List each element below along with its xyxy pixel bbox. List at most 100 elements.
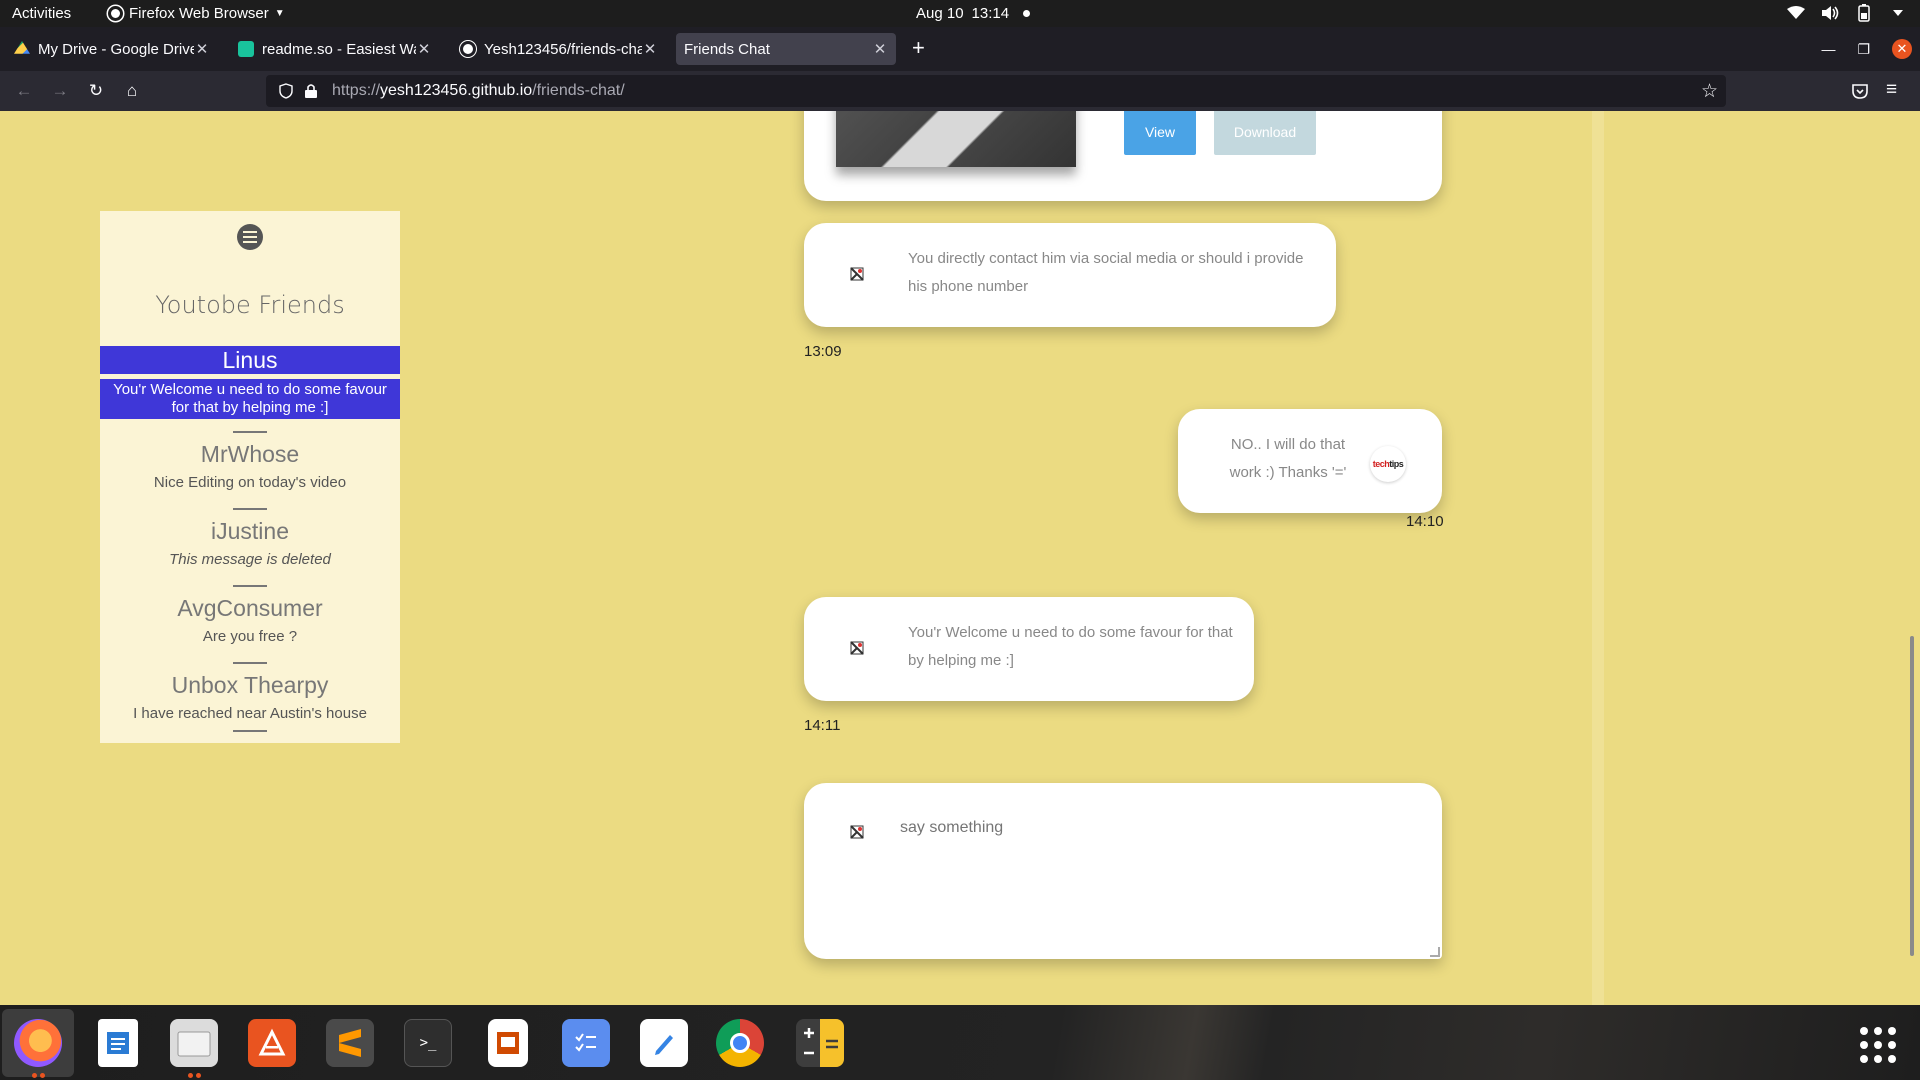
reload-icon[interactable]: ↻	[84, 79, 108, 103]
app-menu-label: Firefox Web Browser	[129, 5, 269, 22]
google-drive-icon	[14, 41, 30, 54]
writer-icon[interactable]	[98, 1019, 138, 1067]
message-text: NO.. I will do that work :) Thanks '='	[1229, 436, 1347, 481]
software-store-icon[interactable]	[248, 1019, 296, 1067]
tab-readme-so[interactable]: readme.so - Easiest Way t ✕	[230, 33, 440, 65]
sublime-text-icon[interactable]	[326, 1019, 374, 1067]
url-bar[interactable]: https://yesh123456.github.io/friends-cha…	[266, 75, 1726, 107]
divider	[233, 730, 267, 732]
message-text: You'r Welcome u need to do some favour f…	[908, 624, 1233, 669]
divider	[233, 585, 267, 587]
message-time: 14:11	[804, 717, 841, 734]
activities-button[interactable]: Activities	[12, 5, 71, 22]
minimize-icon[interactable]: —	[1821, 41, 1835, 57]
contact-last-message[interactable]: You'r Welcome u need to do some favour f…	[100, 379, 400, 419]
app-menu[interactable]: Firefox Web Browser ▼	[108, 5, 285, 22]
tab-google-drive[interactable]: My Drive - Google Drive ✕	[6, 33, 218, 65]
url-path: /friends-chat/	[532, 82, 625, 99]
contact-item-mrwhose[interactable]: MrWhose Nice Editing on today's video	[100, 431, 400, 491]
running-indicator	[188, 1073, 193, 1078]
contact-name: MrWhose	[200, 441, 300, 467]
resize-handle-icon[interactable]	[1430, 947, 1440, 957]
message-time: 13:09	[804, 343, 842, 360]
tracking-shield-icon[interactable]	[278, 83, 294, 99]
power-menu-icon[interactable]	[1888, 3, 1908, 23]
bookmark-star-icon[interactable]: ☆	[1701, 80, 1718, 103]
close-icon[interactable]: ✕	[642, 40, 658, 58]
contact-last-message: Are you free ?	[202, 628, 298, 645]
broken-avatar-icon	[850, 267, 864, 281]
broken-avatar-icon	[850, 641, 864, 655]
page-scrollbar[interactable]	[1910, 636, 1914, 956]
file-message-bubble: View Download	[804, 111, 1442, 201]
firefox-small-icon	[108, 6, 123, 21]
clock-time: 13:14	[971, 5, 1010, 22]
show-applications-icon[interactable]	[1860, 1027, 1896, 1063]
contact-item-avgconsumer[interactable]: AvgConsumer Are you free ?	[100, 585, 400, 645]
system-tray[interactable]	[1786, 3, 1908, 23]
message-bubble-received: You directly contact him via social medi…	[804, 223, 1336, 327]
pocket-icon[interactable]	[1850, 81, 1870, 101]
view-button[interactable]: View	[1124, 111, 1196, 155]
url-text: https://yesh123456.github.io/friends-cha…	[332, 82, 625, 100]
running-indicator	[196, 1073, 201, 1078]
calculator-icon[interactable]	[796, 1019, 844, 1067]
list-icon[interactable]	[237, 224, 263, 250]
techtips-avatar: tech tips	[1370, 446, 1406, 482]
new-tab-icon[interactable]: +	[912, 37, 925, 59]
broken-avatar-icon	[850, 825, 864, 839]
close-icon[interactable]: ✕	[872, 40, 888, 58]
page-content: Youtobe Friends Linus You'r Welcome u ne…	[0, 111, 1920, 1005]
contact-item-ijustine[interactable]: iJustine This message is deleted	[100, 508, 400, 568]
chrome-icon[interactable]	[716, 1019, 764, 1067]
files-icon[interactable]	[170, 1019, 218, 1067]
caret-down-icon: ▼	[274, 8, 285, 19]
todo-icon[interactable]	[562, 1019, 610, 1067]
system-top-bar: Activities Firefox Web Browser ▼ Aug 10 …	[0, 0, 1920, 27]
lock-icon[interactable]	[304, 83, 318, 99]
running-indicator	[32, 1073, 37, 1078]
hamburger-menu-icon[interactable]: ≡	[1886, 80, 1897, 100]
browser-tab-bar: My Drive - Google Drive ✕ readme.so - Ea…	[0, 27, 1920, 71]
clock[interactable]: Aug 10 13:14	[916, 5, 1031, 22]
window-close-icon[interactable]: ✕	[1892, 39, 1912, 59]
terminal-prompt-glyph: >_	[419, 1035, 437, 1051]
readme-so-icon	[238, 41, 254, 57]
message-time: 14:10	[1406, 513, 1444, 530]
running-indicator	[40, 1073, 45, 1078]
download-button[interactable]: Download	[1214, 111, 1316, 155]
text-editor-icon[interactable]	[640, 1019, 688, 1067]
contact-last-message: This message is deleted	[169, 551, 331, 568]
chrome-center-glyph	[730, 1033, 750, 1053]
tab-label: My Drive - Google Drive	[38, 40, 194, 58]
contact-name-linus[interactable]: Linus	[100, 346, 400, 374]
divider	[233, 431, 267, 433]
contact-name: iJustine	[211, 518, 289, 544]
tab-github-repo[interactable]: Yesh123456/friends-chat ✕	[452, 33, 666, 65]
impress-icon[interactable]	[488, 1019, 528, 1067]
restore-icon[interactable]: ❐	[1857, 41, 1870, 58]
message-composer	[804, 783, 1442, 959]
clock-date: Aug 10	[916, 5, 964, 22]
home-icon[interactable]: ⌂	[120, 79, 144, 103]
message-input[interactable]	[900, 819, 1400, 837]
wifi-icon[interactable]	[1786, 3, 1806, 23]
tab-label: Yesh123456/friends-chat	[484, 40, 642, 58]
volume-icon[interactable]	[1820, 3, 1840, 23]
battery-icon[interactable]	[1854, 3, 1874, 23]
terminal-icon[interactable]: >_	[404, 1019, 452, 1067]
github-icon	[460, 41, 476, 57]
back-arrow-icon[interactable]: ←	[12, 79, 36, 103]
message-bubble-received: You'r Welcome u need to do some favour f…	[804, 597, 1254, 701]
contact-item-unbox-therapy[interactable]: Unbox Thearpy I have reached near Austin…	[100, 662, 400, 732]
url-host: yesh123456.github.io	[380, 82, 533, 99]
tab-friends-chat[interactable]: Friends Chat ✕	[676, 33, 896, 65]
file-thumbnail	[836, 111, 1076, 167]
contact-last-message: Nice Editing on today's video	[153, 474, 347, 491]
firefox-icon[interactable]	[14, 1019, 62, 1067]
contact-name: Unbox Thearpy	[171, 672, 329, 698]
forward-arrow-icon[interactable]: →	[48, 79, 72, 103]
close-icon[interactable]: ✕	[194, 40, 210, 58]
friends-sidebar: Youtobe Friends Linus You'r Welcome u ne…	[100, 211, 400, 743]
close-icon[interactable]: ✕	[416, 40, 432, 58]
